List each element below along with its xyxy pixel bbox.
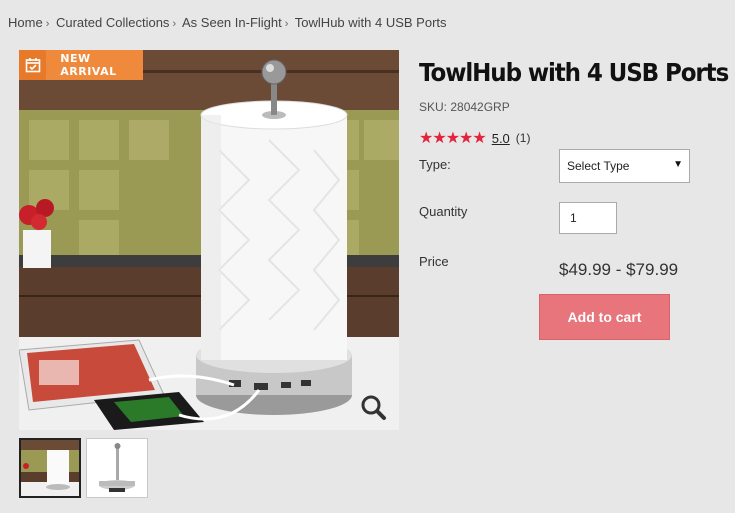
new-arrival-badge: NEW ARRIVAL bbox=[19, 50, 143, 80]
rating-score-link[interactable]: 5.0 bbox=[492, 131, 510, 146]
price-label: Price bbox=[419, 254, 449, 269]
breadcrumb-home[interactable]: Home bbox=[8, 15, 43, 30]
product-sku: SKU: 28042GRP bbox=[419, 100, 510, 114]
breadcrumb-separator: › bbox=[45, 18, 50, 30]
type-label: Type: bbox=[419, 157, 451, 172]
breadcrumb-separator: › bbox=[284, 18, 289, 30]
quantity-label: Quantity bbox=[419, 204, 468, 219]
add-to-cart-button[interactable]: Add to cart bbox=[539, 294, 670, 340]
dropdown-arrow-icon: ▼ bbox=[673, 159, 683, 170]
rating-count: (1) bbox=[515, 131, 531, 145]
thumbnail-1[interactable] bbox=[19, 438, 81, 498]
type-select-value: Select Type bbox=[567, 159, 630, 173]
breadcrumb-current: TowlHub with 4 USB Ports bbox=[294, 15, 447, 30]
star-rating-icon: ★★★★★ bbox=[419, 130, 487, 147]
product-title: TowlHub with 4 USB Ports bbox=[419, 58, 729, 87]
badge-label: NEW ARRIVAL bbox=[60, 52, 117, 78]
breadcrumb-separator: › bbox=[172, 18, 177, 30]
product-rating: ★★★★★ 5.0 (1) bbox=[419, 128, 530, 148]
breadcrumb-as-seen-in-flight[interactable]: As Seen In-Flight bbox=[182, 15, 282, 30]
product-photo bbox=[19, 50, 399, 430]
calendar-check-icon bbox=[19, 50, 47, 80]
thumbnail-2[interactable] bbox=[86, 438, 148, 498]
price-value: $49.99 - $79.99 bbox=[559, 260, 679, 279]
magnifier-icon[interactable] bbox=[358, 392, 388, 422]
type-select[interactable]: Select Type ▼ bbox=[559, 149, 690, 183]
product-main-image[interactable] bbox=[19, 50, 399, 430]
breadcrumb-curated-collections[interactable]: Curated Collections bbox=[56, 15, 169, 30]
quantity-input[interactable] bbox=[559, 202, 617, 234]
breadcrumb: Home › Curated Collections › As Seen In-Fl… bbox=[8, 15, 447, 30]
